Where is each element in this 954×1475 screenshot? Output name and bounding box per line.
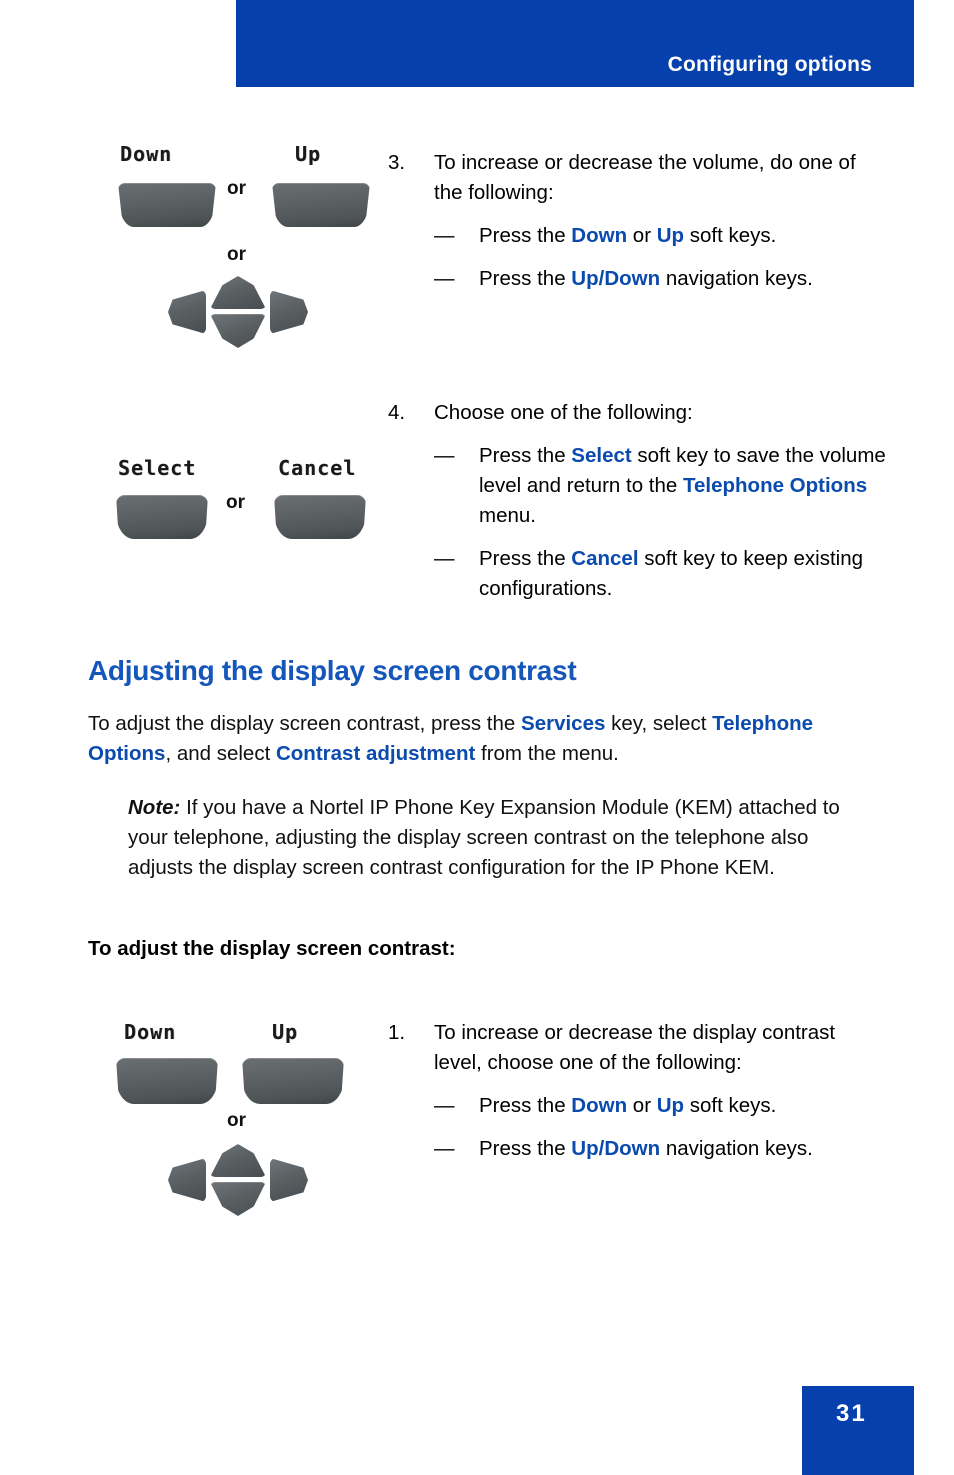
note-label: Note: bbox=[128, 796, 181, 819]
list-item: — Press the Select soft key to save the … bbox=[434, 441, 898, 531]
step-4-sublist: — Press the Select soft key to save the … bbox=[434, 441, 898, 604]
page-title: Configuring options bbox=[667, 53, 872, 76]
list-item: — Press the Up/Down navigation keys. bbox=[434, 1134, 888, 1164]
step-3-item-1-text: Press the Up/Down navigation keys. bbox=[479, 267, 813, 290]
or-label-above-navcluster: or bbox=[227, 1110, 246, 1131]
list-item: — Press the Cancel soft key to keep exis… bbox=[434, 544, 898, 604]
em-dash-bullet: — bbox=[434, 1094, 455, 1117]
em-dash-bullet: — bbox=[434, 224, 455, 247]
step-4-item-1-text: Press the Cancel soft key to keep existi… bbox=[479, 547, 864, 600]
list-item: — Press the Down or Up soft keys. bbox=[434, 221, 888, 251]
step-1-item-1-text: Press the Up/Down navigation keys. bbox=[479, 1137, 813, 1160]
nav-right-key-icon[interactable] bbox=[270, 290, 308, 334]
page-number: 31 bbox=[836, 1400, 867, 1427]
note-body: If you have a Nortel IP Phone Key Expans… bbox=[128, 796, 840, 879]
step-3: 3. To increase or decrease the volume, d… bbox=[388, 148, 888, 294]
em-dash-bullet: — bbox=[434, 267, 455, 290]
softkey-illustration-select-cancel: Select Cancel or bbox=[110, 450, 380, 550]
step-3-item-0-text: Press the Down or Up soft keys. bbox=[479, 224, 777, 247]
step-1-intro: To increase or decrease the display cont… bbox=[434, 1021, 836, 1074]
nav-down-key-icon[interactable] bbox=[210, 1182, 266, 1216]
note-paragraph: Note: If you have a Nortel IP Phone Key … bbox=[128, 793, 868, 883]
step-1-number: 1. bbox=[388, 1021, 406, 1044]
softkey-down-lcd-label: Down bbox=[120, 142, 173, 166]
list-item: — Press the Up/Down navigation keys. bbox=[434, 264, 888, 294]
em-dash-bullet: — bbox=[434, 444, 455, 467]
navigation-key-cluster bbox=[168, 276, 308, 348]
softkey-down-button[interactable] bbox=[118, 183, 216, 227]
nav-left-key-icon[interactable] bbox=[168, 290, 206, 334]
nav-down-key-icon[interactable] bbox=[210, 314, 266, 348]
softkey-select-button[interactable] bbox=[116, 495, 208, 539]
or-label-above-navcluster: or bbox=[227, 244, 246, 265]
section-intro-paragraph: To adjust the display screen contrast, p… bbox=[88, 712, 814, 765]
step-1-sublist: — Press the Down or Up soft keys. — Pres… bbox=[434, 1091, 888, 1164]
list-item: — Press the Down or Up soft keys. bbox=[434, 1091, 888, 1121]
step-4: 4. Choose one of the following: — Press … bbox=[388, 398, 898, 604]
softkey-cancel-button[interactable] bbox=[274, 495, 366, 539]
softkey-down-lcd-label: Down bbox=[124, 1020, 177, 1044]
step-4-item-0-text: Press the Select soft key to save the vo… bbox=[479, 444, 886, 527]
softkey-illustration-volume: Down Up or or bbox=[110, 138, 380, 348]
softkey-down-button[interactable] bbox=[116, 1058, 218, 1104]
step-4-intro: Choose one of the following: bbox=[434, 401, 693, 424]
step-1-item-0-text: Press the Down or Up soft keys. bbox=[479, 1094, 777, 1117]
nav-left-key-icon[interactable] bbox=[168, 1158, 206, 1202]
step-1: 1. To increase or decrease the display c… bbox=[388, 1018, 888, 1164]
softkey-up-lcd-label: Up bbox=[295, 142, 322, 166]
softkey-illustration-contrast: Down Up or bbox=[110, 1016, 380, 1231]
page-number-box: 31 bbox=[802, 1386, 914, 1475]
step-3-intro: To increase or decrease the volume, do o… bbox=[434, 151, 856, 204]
nav-right-key-icon[interactable] bbox=[270, 1158, 308, 1202]
or-label-between-softkeys: or bbox=[227, 178, 246, 199]
softkey-select-lcd-label: Select bbox=[118, 456, 197, 480]
softkey-up-button[interactable] bbox=[242, 1058, 344, 1104]
softkey-cancel-lcd-label: Cancel bbox=[278, 456, 357, 480]
navigation-key-cluster bbox=[168, 1144, 308, 1216]
em-dash-bullet: — bbox=[434, 1137, 455, 1160]
em-dash-bullet: — bbox=[434, 547, 455, 570]
header-banner: Configuring options bbox=[236, 0, 914, 87]
nav-up-key-icon[interactable] bbox=[210, 276, 266, 309]
softkey-up-button[interactable] bbox=[272, 183, 370, 227]
section-heading: Adjusting the display screen contrast bbox=[88, 655, 577, 686]
step-4-number: 4. bbox=[388, 401, 406, 424]
nav-up-key-icon[interactable] bbox=[210, 1144, 266, 1177]
softkey-up-lcd-label: Up bbox=[272, 1020, 299, 1044]
step-3-sublist: — Press the Down or Up soft keys. — Pres… bbox=[434, 221, 888, 294]
or-label-between-select-cancel: or bbox=[226, 492, 245, 513]
step-3-number: 3. bbox=[388, 151, 406, 174]
procedure-subheading: To adjust the display screen contrast: bbox=[88, 937, 456, 960]
